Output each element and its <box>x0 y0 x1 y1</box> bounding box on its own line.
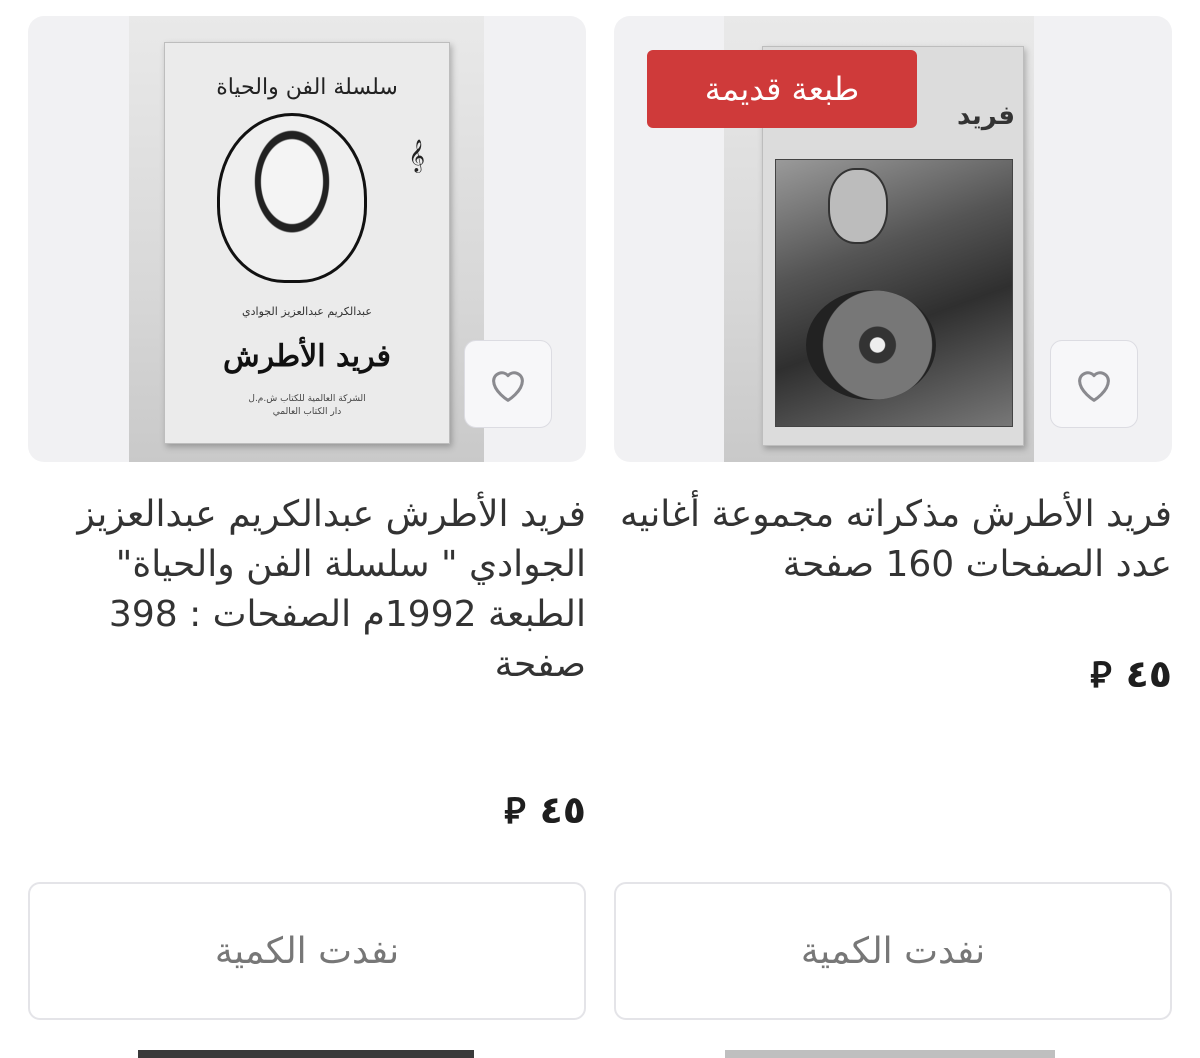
book-cover: سلسلة الفن والحياة 𝄞 عبدالكريم عبدالعزيز… <box>164 42 450 444</box>
product-grid: فريد طبعة قديمة فريد الأطرش مذكراته مجمو… <box>0 0 1200 1058</box>
product-title[interactable]: فريد الأطرش عبدالكريم عبدالعزيز الجوادي … <box>28 490 586 690</box>
cover-photo <box>775 159 1013 427</box>
next-product-image-edge <box>138 1050 474 1058</box>
cover-publisher: الشركة العالمية للكتاب ش.م.ل دار الكتاب … <box>248 394 366 417</box>
cover-portrait <box>828 168 888 244</box>
product-price: ٤٥ ⃁ <box>1090 650 1172 697</box>
old-edition-badge: طبعة قديمة <box>647 50 917 128</box>
out-of-stock-button[interactable]: نفدت الكمية <box>614 882 1172 1020</box>
riyal-currency-icon: ⃁ <box>1090 655 1112 696</box>
out-of-stock-button[interactable]: نفدت الكمية <box>28 882 586 1020</box>
product-image[interactable]: سلسلة الفن والحياة 𝄞 عبدالكريم عبدالعزيز… <box>28 16 586 462</box>
book-photo: سلسلة الفن والحياة 𝄞 عبدالكريم عبدالعزيز… <box>129 16 484 462</box>
cover-name: فريد الأطرش <box>223 339 391 374</box>
cover-portrait <box>217 113 367 283</box>
cover-oud <box>806 290 936 400</box>
cover-author: عبدالكريم عبدالعزيز الجوادي <box>242 305 372 318</box>
product-title[interactable]: فريد الأطرش مذكراته مجموعة أغانيه عدد ال… <box>614 490 1172 590</box>
favorite-button[interactable] <box>1050 340 1138 428</box>
product-card[interactable]: سلسلة الفن والحياة 𝄞 عبدالكريم عبدالعزيز… <box>28 0 586 1058</box>
music-note-icon: 𝄞 <box>408 139 425 172</box>
product-price: ٤٥ ⃁ <box>504 786 586 833</box>
riyal-currency-icon: ⃁ <box>504 791 526 832</box>
price-value: ٤٥ <box>539 787 586 832</box>
price-value: ٤٥ <box>1125 651 1172 696</box>
next-product-image-edge <box>725 1050 1055 1058</box>
product-card[interactable]: فريد طبعة قديمة فريد الأطرش مذكراته مجمو… <box>614 0 1172 1058</box>
cover-series-title: سلسلة الفن والحياة <box>216 75 398 100</box>
favorite-button[interactable] <box>464 340 552 428</box>
heart-outline-icon <box>1078 371 1110 402</box>
cover-corner-text: فريد <box>957 101 1015 131</box>
heart-outline-icon <box>492 371 524 402</box>
product-image[interactable]: فريد طبعة قديمة <box>614 16 1172 462</box>
